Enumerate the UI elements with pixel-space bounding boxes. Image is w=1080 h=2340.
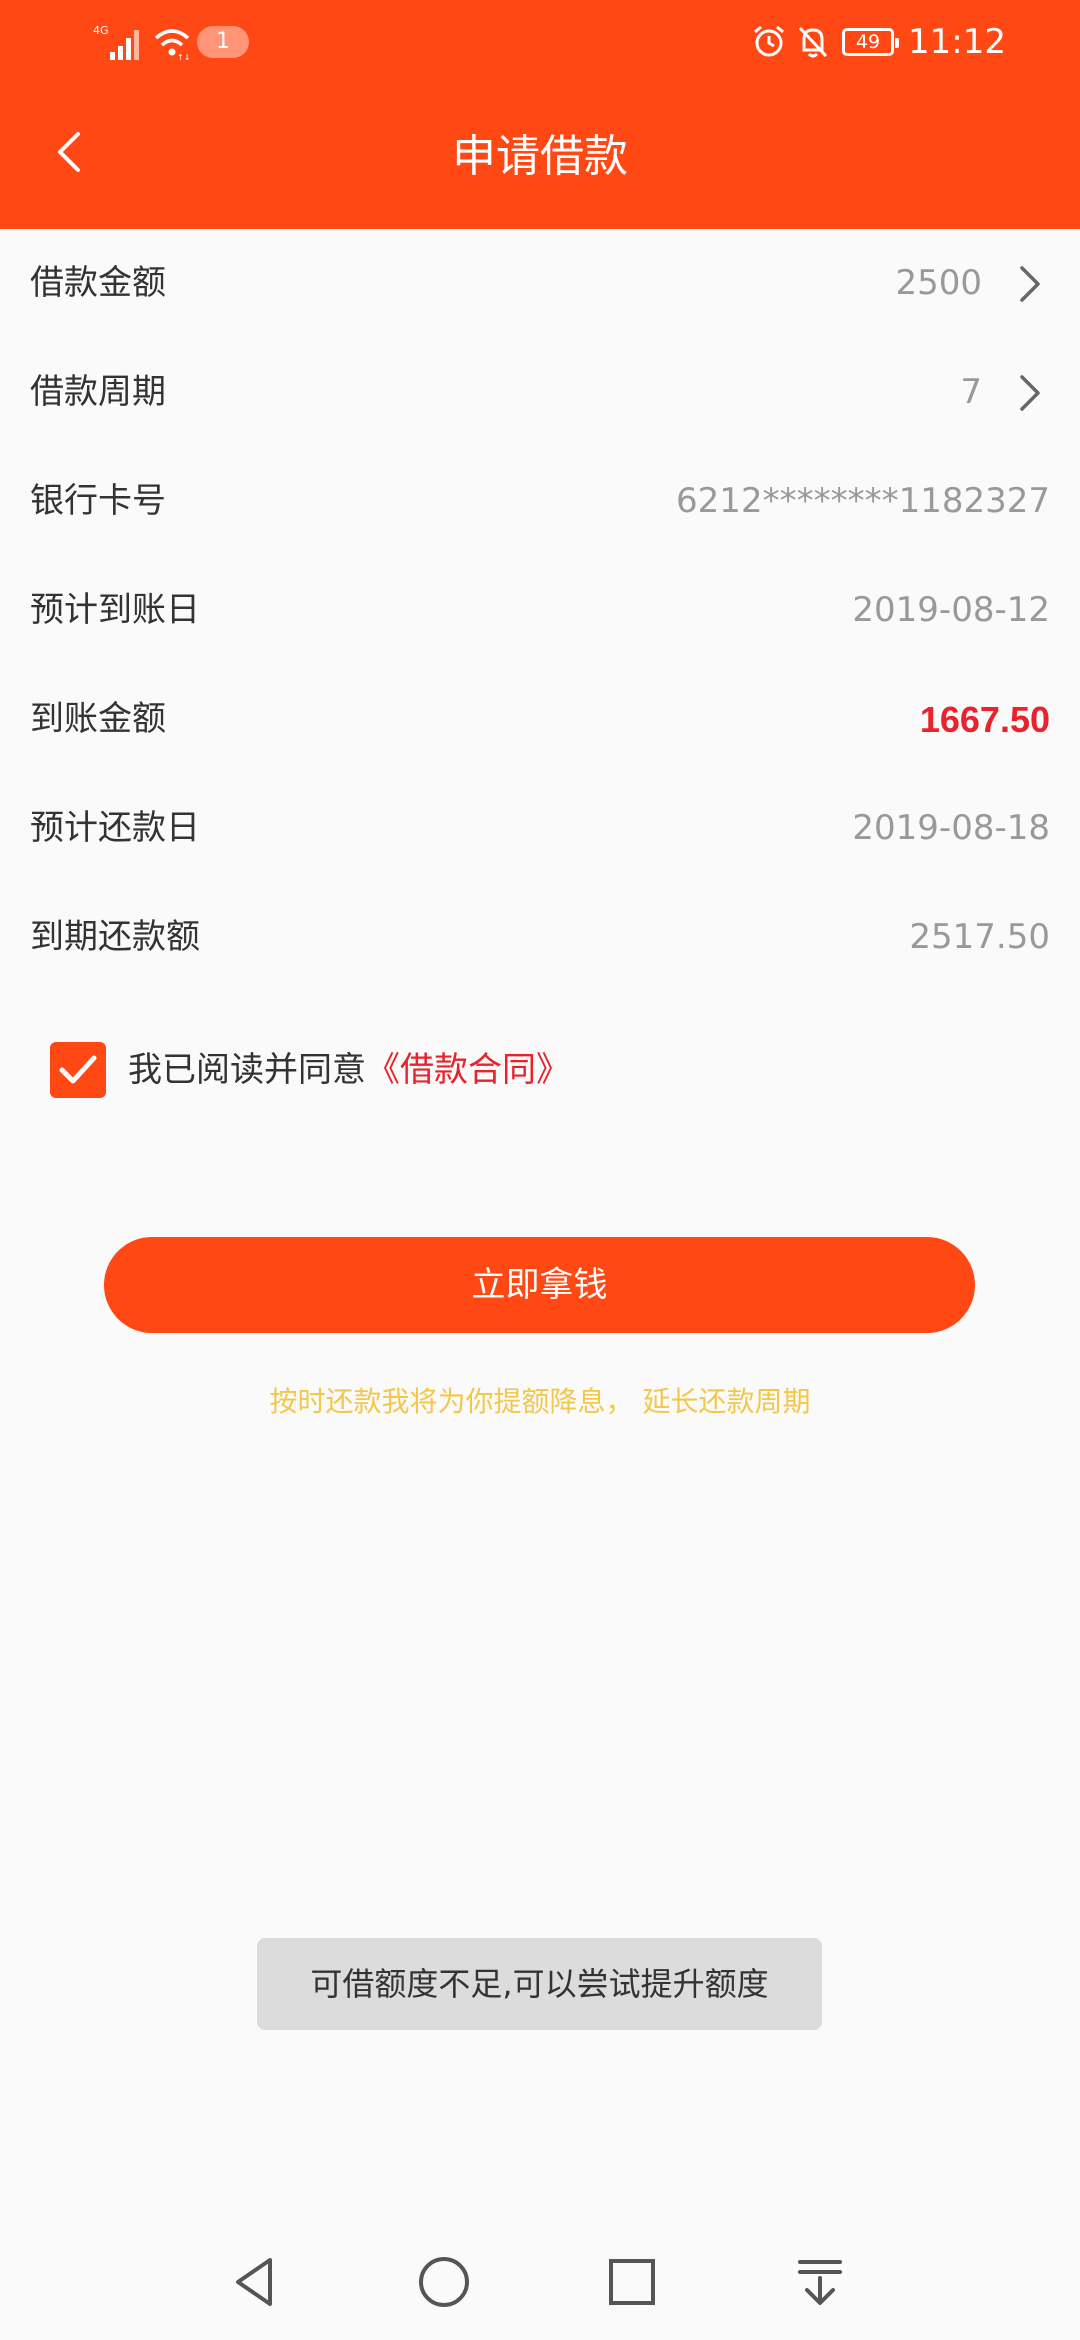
notification-count-badge: 1 bbox=[197, 26, 249, 58]
title-bar: 申请借款 bbox=[0, 84, 1080, 229]
arrival-amount-value: 1667.50 bbox=[919, 699, 1050, 740]
arrival-amount-row: 到账金额 1667.50 bbox=[0, 665, 1080, 774]
expected-repayment-date-label: 预计还款日 bbox=[30, 808, 200, 848]
loan-period-value: 7 bbox=[960, 372, 982, 412]
repayment-amount-value: 2517.50 bbox=[909, 917, 1050, 957]
mobile-signal-icon: 4G bbox=[93, 24, 139, 60]
agreement-text: 我已阅读并同意《借款合同》 bbox=[128, 1040, 570, 1100]
status-bar: 4G ↑↓ 1 49 11:12 bbox=[0, 0, 1080, 84]
bank-card-label: 银行卡号 bbox=[30, 481, 166, 521]
bank-card-row: 银行卡号 6212********1182327 bbox=[0, 447, 1080, 556]
expected-arrival-date-row: 预计到账日 2019-08-12 bbox=[0, 556, 1080, 665]
alarm-clock-icon bbox=[754, 25, 784, 57]
system-navigation-bar bbox=[0, 2224, 1080, 2340]
app-header: 4G ↑↓ 1 49 11:12 申请借款 bbox=[0, 0, 1080, 229]
chevron-right-icon bbox=[1020, 375, 1040, 411]
home-circle-icon[interactable] bbox=[414, 2252, 474, 2312]
agreement-statement: 我已阅读并同意 bbox=[128, 1050, 366, 1090]
notification-pull-down-icon[interactable] bbox=[790, 2252, 850, 2312]
status-time: 11:12 bbox=[908, 22, 1006, 62]
loan-amount-label: 借款金额 bbox=[30, 263, 166, 303]
recents-square-icon[interactable] bbox=[602, 2252, 662, 2312]
repayment-amount-row: 到期还款额 2517.50 bbox=[0, 883, 1080, 992]
wifi-icon: ↑↓ bbox=[154, 29, 190, 62]
expected-repayment-date-value: 2019-08-18 bbox=[852, 808, 1050, 848]
toast-message: 可借额度不足,可以尝试提升额度 bbox=[257, 1938, 822, 2030]
network-type-label: 4G bbox=[93, 24, 109, 37]
expected-arrival-date-value: 2019-08-12 bbox=[852, 590, 1050, 630]
back-triangle-icon[interactable] bbox=[226, 2252, 286, 2312]
notifications-muted-icon bbox=[798, 26, 828, 58]
agreement-checkbox[interactable] bbox=[50, 1042, 106, 1098]
page-title: 申请借款 bbox=[452, 131, 628, 182]
back-arrow-icon[interactable] bbox=[40, 120, 104, 184]
expected-repayment-date-row: 预计还款日 2019-08-18 bbox=[0, 774, 1080, 883]
checkmark-icon bbox=[59, 1055, 97, 1084]
loan-details-list: 借款金额 2500 借款周期 7 银行卡号 6212********118232… bbox=[0, 229, 1080, 992]
repayment-amount-label: 到期还款额 bbox=[30, 917, 200, 957]
loan-amount-value: 2500 bbox=[895, 263, 982, 303]
repayment-hint: 按时还款我将为你提额降息， 延长还款周期 bbox=[269, 1385, 811, 1418]
get-money-button[interactable]: 立即拿钱 bbox=[104, 1237, 975, 1333]
loan-contract-link[interactable]: 《借款合同》 bbox=[366, 1050, 570, 1090]
battery-icon: 49 bbox=[842, 28, 899, 56]
arrival-amount-label: 到账金额 bbox=[30, 699, 166, 739]
loan-period-label: 借款周期 bbox=[30, 372, 166, 412]
loan-amount-row[interactable]: 借款金额 2500 bbox=[0, 229, 1080, 338]
loan-application-screen: 4G ↑↓ 1 49 11:12 申请借款 借款金额 2500 借款周期 7 银… bbox=[0, 0, 1080, 2340]
bank-card-value: 6212********1182327 bbox=[676, 481, 1050, 521]
loan-period-row[interactable]: 借款周期 7 bbox=[0, 338, 1080, 447]
chevron-right-icon bbox=[1020, 266, 1040, 302]
svg-text:↑↓: ↑↓ bbox=[177, 53, 190, 62]
expected-arrival-date-label: 预计到账日 bbox=[30, 590, 200, 630]
